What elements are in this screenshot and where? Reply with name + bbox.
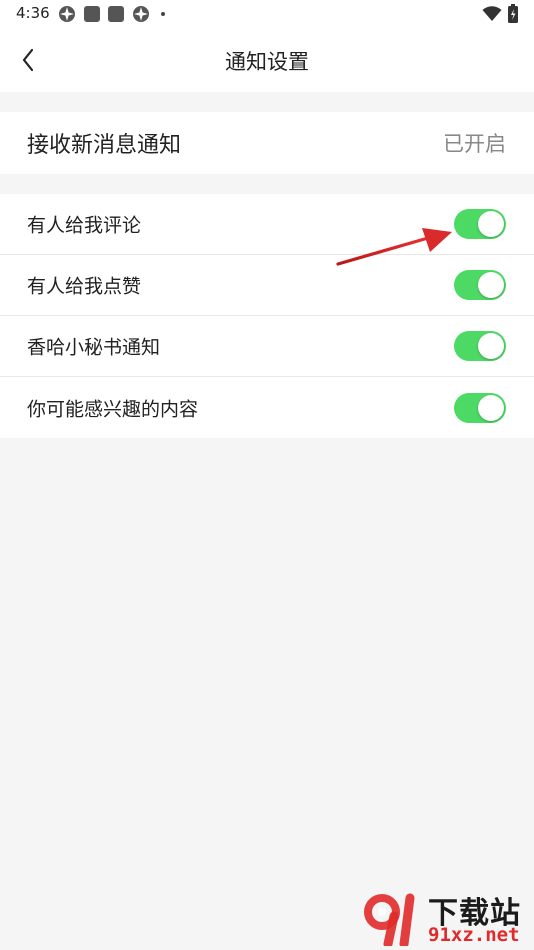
setting-label: 香哈小秘书通知	[27, 336, 161, 359]
annotation-arrow-icon	[336, 228, 452, 266]
receive-notifications-status: 已开启	[443, 132, 506, 156]
setting-label: 有人给我评论	[27, 214, 142, 237]
battery-icon	[508, 4, 518, 23]
watermark-logo-icon	[364, 893, 415, 946]
receive-notifications-row[interactable]: 接收新消息通知 已开启	[0, 112, 534, 174]
secretary-toggle[interactable]	[454, 331, 506, 361]
interests-toggle[interactable]	[454, 392, 506, 423]
app-square-icon	[84, 6, 100, 22]
app-notification-icon	[59, 6, 75, 22]
toggle-knob	[478, 333, 504, 359]
watermark: 下载站 91xz.net	[362, 884, 534, 950]
nav-bar: 通知设置	[0, 28, 534, 92]
likes-toggle[interactable]	[454, 270, 506, 300]
app-notification-icon	[133, 6, 149, 22]
master-notification-section: 接收新消息通知 已开启	[0, 112, 534, 174]
status-bar: 4:36	[0, 0, 534, 28]
more-notifications-dot	[161, 12, 165, 16]
receive-notifications-label: 接收新消息通知	[27, 133, 182, 158]
toggle-knob	[478, 211, 504, 237]
page-title: 通知设置	[225, 50, 309, 74]
toggle-knob	[478, 272, 504, 298]
status-time: 4:36	[16, 4, 50, 22]
toggle-knob	[478, 394, 504, 421]
setting-label: 你可能感兴趣的内容	[27, 398, 199, 420]
comments-toggle[interactable]	[454, 209, 506, 239]
setting-row-secretary: 香哈小秘书通知	[0, 316, 534, 377]
app-square-icon	[108, 6, 124, 22]
wifi-icon	[482, 6, 502, 21]
setting-row-interests: 你可能感兴趣的内容	[0, 377, 534, 438]
setting-label: 有人给我点赞	[27, 275, 142, 298]
watermark-url: 91xz.net	[428, 924, 520, 946]
